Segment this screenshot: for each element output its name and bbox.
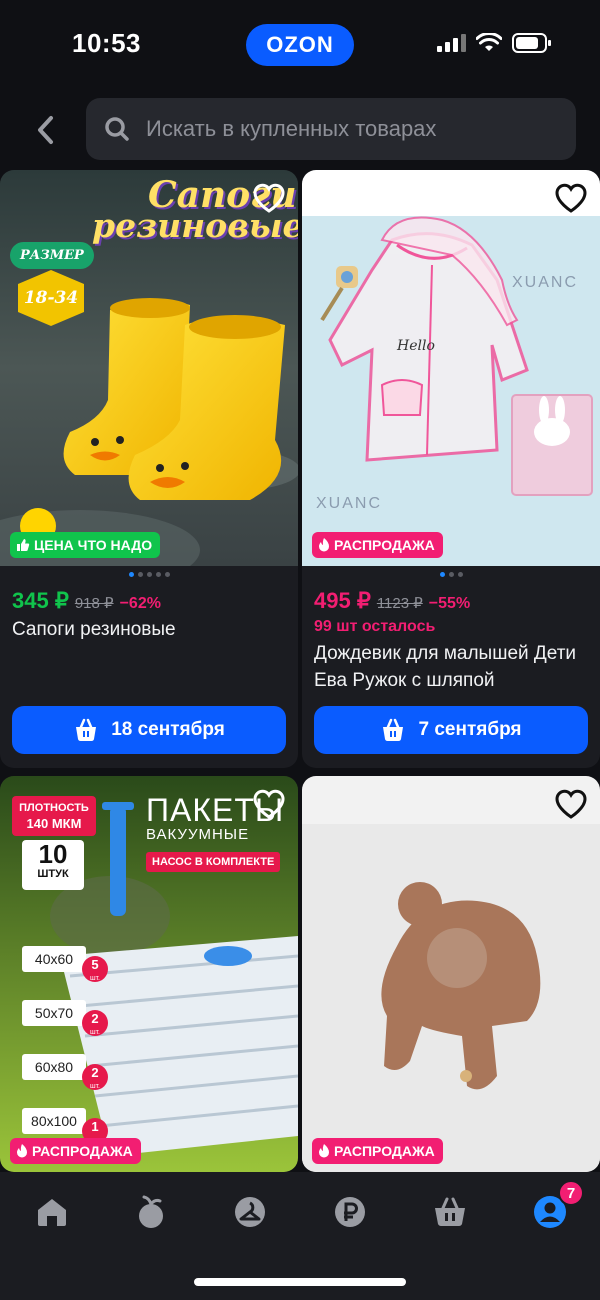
badge-label: РАСПРОДАЖА (32, 1143, 133, 1159)
ruble-icon (335, 1197, 365, 1227)
thumbs-up-icon (17, 539, 30, 551)
delivery-date: 7 сентября (418, 719, 522, 740)
tab-cart[interactable] (430, 1192, 470, 1232)
status-bar: 10:53 OZON (0, 0, 600, 90)
stock-remaining: 99 шт осталось (314, 618, 436, 635)
badge-label: РАСПРОДАЖА (334, 1143, 435, 1159)
qty-circle: 2 шт. (82, 1064, 108, 1090)
sale-badge: РАСПРОДАЖА (312, 532, 443, 558)
price-row: 495 ₽ 1123 ₽ −55% (314, 588, 470, 614)
density-label: ПЛОТНОСТЬ 140 МКМ (12, 796, 96, 836)
sale-badge: РАСПРОДАЖА (312, 1138, 443, 1164)
status-time: 10:53 (72, 28, 141, 58)
image-pagination-dots (302, 572, 600, 577)
cart-icon (76, 718, 97, 741)
product-image[interactable]: Hello XUANC XUANC РАСПРОДАЖА (302, 170, 600, 566)
watermark-text: XUANC (316, 495, 383, 512)
product-card[interactable]: ПЛОТНОСТЬ 140 МКМ 10 ШТУК ПАКЕТЫ ВАКУУМН… (0, 776, 298, 1172)
badge-label: ЦЕНА ЧТО НАДО (34, 537, 153, 553)
product-title[interactable]: Дождевик для малышей Дети Ева Ружок с шл… (314, 640, 594, 694)
favorites-icon (235, 1197, 265, 1227)
favorite-heart-icon[interactable] (554, 788, 588, 820)
cart-icon (435, 1197, 465, 1226)
size-label: РАЗМЕР (10, 242, 94, 269)
tab-favorites[interactable] (230, 1192, 270, 1232)
price: 495 ₽ (314, 588, 371, 613)
product-image[interactable]: Сапоги резиновые РАЗМЕР 18-34 ЦЕНА ЧТО Н… (0, 170, 298, 566)
badge-label: РАСПРОДАЖА (334, 537, 435, 553)
delivery-cart-button[interactable]: 18 сентября (12, 706, 286, 754)
status-icons (436, 32, 552, 54)
cart-count-badge: 7 (558, 1180, 584, 1206)
old-price: 918 ₽ (74, 595, 114, 612)
size-item: 40x60 (22, 946, 86, 972)
favorite-heart-icon[interactable] (554, 182, 588, 214)
favorite-heart-icon[interactable] (252, 788, 286, 820)
image-pagination-dots (0, 572, 298, 577)
product-image[interactable]: ПЛОТНОСТЬ 140 МКМ 10 ШТУК ПАКЕТЫ ВАКУУМН… (0, 776, 298, 1172)
chevron-left-icon (38, 116, 53, 144)
flame-icon (319, 1144, 329, 1158)
coat-text: Hello (396, 338, 435, 354)
size-item: 50x70 (22, 1000, 86, 1026)
flame-icon (319, 538, 329, 552)
discount: −55% (428, 595, 471, 612)
price-row: 345 ₽ 918 ₽ −62% (12, 588, 161, 614)
size-item: 80x100 (22, 1108, 86, 1134)
cellular-signal-icon (437, 34, 466, 52)
back-button[interactable] (30, 112, 60, 148)
fresh-icon (139, 1195, 163, 1228)
search-icon (105, 117, 129, 141)
product-card[interactable]: Сапоги резиновые РАЗМЕР 18-34 ЦЕНА ЧТО Н… (0, 170, 298, 768)
tab-profile[interactable]: 7 (530, 1180, 584, 1232)
wifi-icon (476, 33, 502, 51)
search-input[interactable] (146, 116, 566, 142)
image-headline-2: ВАКУУМНЫЕ (146, 826, 250, 843)
tab-home[interactable] (32, 1192, 72, 1232)
product-card[interactable]: РАСПРОДАЖА (302, 776, 600, 1172)
old-price: 1123 ₽ (376, 595, 423, 612)
pack-count: 10 ШТУК (22, 840, 84, 890)
product-title[interactable]: Сапоги резиновые (12, 616, 292, 643)
tab-fresh[interactable] (131, 1192, 171, 1232)
ozon-logo: OZON (246, 24, 354, 66)
battery-icon (512, 33, 551, 53)
home-icon (38, 1199, 66, 1226)
delivery-date: 18 сентября (111, 719, 225, 740)
home-indicator (194, 1278, 406, 1286)
tab-ozon-bank[interactable] (330, 1192, 370, 1232)
search-box[interactable] (86, 98, 576, 160)
promo-badge: ЦЕНА ЧТО НАДО (10, 532, 161, 558)
favorite-heart-icon[interactable] (252, 182, 286, 214)
delivery-cart-button[interactable]: 7 сентября (314, 706, 588, 754)
qty-circle: 2 шт. (82, 1010, 108, 1036)
discount: −62% (119, 595, 161, 612)
price: 345 ₽ (12, 588, 69, 613)
pump-included-label: НАСОС В КОМПЛЕКТЕ (146, 852, 281, 872)
flame-icon (17, 1144, 27, 1158)
watermark-text: XUANC (512, 274, 579, 291)
sale-badge: РАСПРОДАЖА (10, 1138, 141, 1164)
cart-icon (383, 718, 404, 741)
search-row (0, 96, 600, 166)
product-image[interactable]: РАСПРОДАЖА (302, 776, 600, 1172)
product-card[interactable]: Hello XUANC XUANC РАСПРОДАЖА 495 ₽ 1123 … (302, 170, 600, 768)
qty-circle: 5 шт. (82, 956, 108, 982)
size-item: 60x80 (22, 1054, 86, 1080)
